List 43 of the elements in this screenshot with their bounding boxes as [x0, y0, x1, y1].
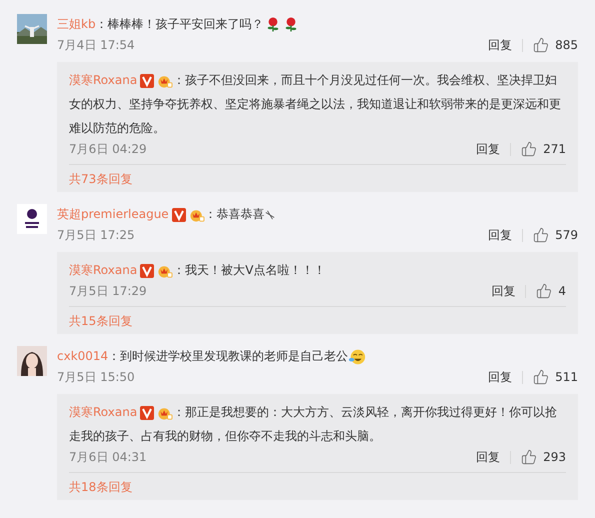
crown-badge-icon — [188, 208, 205, 222]
comment-time: 7月5日 17:25 — [57, 227, 135, 244]
thumbs-up-icon — [533, 37, 550, 53]
reply-button[interactable]: 回复 — [478, 226, 522, 244]
league-logo-icon — [17, 204, 47, 234]
comment-time: 7月5日 15:50 — [57, 369, 135, 386]
like-button[interactable]: 885 — [523, 36, 578, 54]
reply-text: 漠寒Roxana ：我天！被大V点名啦！！！ — [69, 262, 326, 280]
sparkle-icon — [264, 210, 275, 220]
reply-time: 7月6日 04:31 — [69, 449, 147, 466]
like-button[interactable]: 4 — [526, 282, 566, 300]
reply-button[interactable]: 回复 — [478, 368, 522, 386]
verified-badge-icon — [172, 208, 186, 222]
reply-button[interactable]: 回复 — [481, 282, 526, 300]
reply-text: 漠寒Roxana ：孩子不但没回来，而且十个月没见过任何一次。我会维权、坚决捍卫妇女的权力、坚持争夺抚养权、坚定将施暴者绳之以法，我知道退让和软弱带来的是更深远和更难以防范的危险。 — [69, 72, 562, 137]
verified-badge-icon — [140, 74, 154, 88]
reply-button[interactable]: 回复 — [466, 448, 510, 466]
like-button[interactable]: 511 — [523, 368, 578, 386]
verified-badge-icon — [140, 406, 154, 420]
like-button[interactable]: 271 — [511, 140, 566, 158]
rose-icon — [284, 16, 298, 34]
like-button[interactable]: 579 — [523, 226, 578, 244]
crown-badge-icon — [157, 74, 174, 88]
crown-badge-icon — [157, 406, 174, 420]
reply-text: 漠寒Roxana ：那正是我想要的：大大方方、云淡风轻，离开你我过得更好！你可以抢走我的孩子、占有我的财物，但你夺不走我的斗志和头脑。 — [69, 404, 558, 445]
laughing-face-icon — [348, 348, 366, 366]
verified-badge-icon — [140, 264, 154, 278]
comment-text: 三姐kb：棒棒棒！孩子平安回来了吗？ — [57, 14, 578, 34]
thumbs-up-icon — [521, 141, 538, 157]
reply-time: 7月5日 17:29 — [69, 283, 147, 300]
reply-button[interactable]: 回复 — [466, 140, 510, 158]
thumbs-up-icon — [533, 369, 550, 385]
crown-badge-icon — [157, 264, 174, 278]
rose-icon — [266, 16, 280, 34]
thumbs-up-icon — [533, 227, 550, 243]
comment-text: 英超premierleague ：恭喜恭喜 — [57, 204, 578, 224]
comment-time: 7月4日 17:54 — [57, 37, 135, 54]
reply-time: 7月6日 04:29 — [69, 141, 147, 158]
thumbs-up-icon — [521, 449, 538, 465]
like-button[interactable]: 293 — [511, 448, 566, 466]
thumbs-up-icon — [536, 283, 552, 299]
comment-text: cxk0014：到时候进学校里发现教课的老师是自己老公 — [57, 346, 578, 366]
reply-button[interactable]: 回复 — [478, 36, 522, 54]
